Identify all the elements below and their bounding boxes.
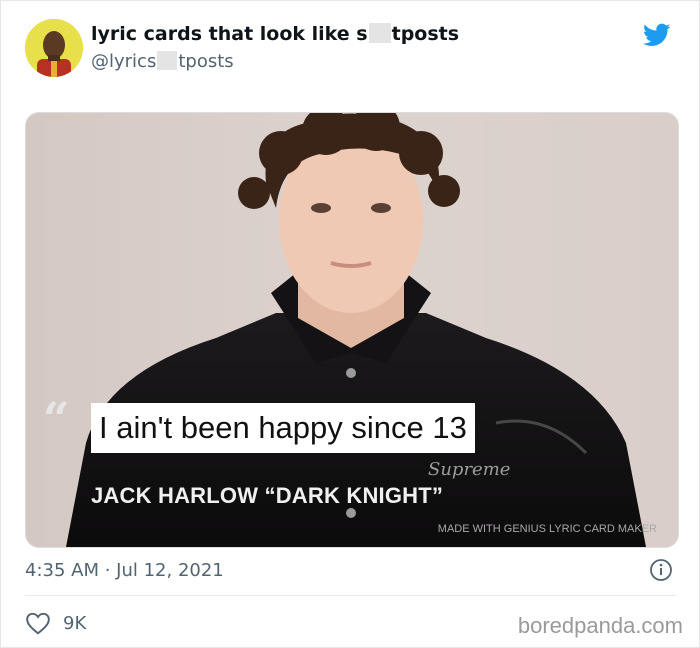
- tweet-card: lyric cards that look like s tposts @lyri…: [0, 0, 700, 648]
- author-handle[interactable]: @lyrics tposts: [91, 51, 234, 72]
- quote-mark: “: [43, 392, 70, 446]
- author-name-prefix: lyric cards that look like s: [91, 23, 368, 45]
- tweet-timestamp[interactable]: 4:35 AM · Jul 12, 2021: [25, 560, 224, 581]
- author-name-suffix: tposts: [391, 23, 460, 45]
- avatar-image: [25, 19, 83, 77]
- author-name[interactable]: lyric cards that look like s tposts: [91, 23, 459, 45]
- source-site: boredpanda.com: [517, 613, 683, 638]
- watermark: MADE WITH GENIUS LYRIC CARD MAKER: [437, 523, 657, 535]
- lyric-card-photo: Supreme: [26, 113, 678, 547]
- divider: [25, 595, 677, 596]
- censor-block: [157, 51, 178, 70]
- lyric-credit: JACK HARLOW “DARK KNIGHT”: [91, 483, 444, 508]
- info-icon[interactable]: [649, 558, 673, 582]
- like-count: 9K: [63, 612, 87, 634]
- heart-icon: [26, 612, 50, 635]
- lyric-text: I ain't been happy since 13: [91, 403, 475, 453]
- like-button[interactable]: 9K: [25, 611, 86, 635]
- twitter-bird-icon[interactable]: [641, 21, 673, 49]
- handle-suffix: tposts: [178, 51, 234, 72]
- avatar[interactable]: [25, 19, 83, 77]
- jacket-logo: Supreme: [428, 459, 510, 480]
- censor-block: [368, 23, 391, 43]
- handle-prefix: @lyrics: [91, 51, 157, 72]
